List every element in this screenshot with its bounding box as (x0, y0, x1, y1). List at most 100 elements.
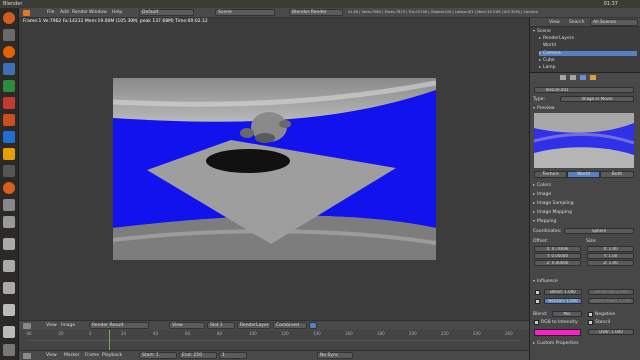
end-frame-field[interactable]: End: 250 (179, 352, 217, 359)
menu-frame[interactable]: Frame (85, 353, 99, 358)
preview-texture-tab[interactable]: Texture (534, 171, 567, 178)
blend-checkbox[interactable] (535, 290, 540, 295)
render-engine-select[interactable]: Blender Render (289, 9, 343, 16)
software-center-icon[interactable] (3, 114, 15, 126)
preview-panel-header[interactable]: Preview (533, 106, 555, 111)
blend-mode-select[interactable]: Mix (552, 311, 582, 317)
skype-icon[interactable] (3, 131, 15, 143)
stencil-checkbox[interactable] (588, 320, 593, 325)
offset-z-field[interactable]: Z: 0.00000 (534, 260, 581, 266)
coordinates-select[interactable]: Sphere (564, 228, 634, 234)
texture-tab-icon[interactable] (590, 75, 596, 80)
dvar-field[interactable]: DVar: 1.000 (588, 329, 634, 335)
menu-view[interactable]: View (46, 353, 57, 358)
scene-select[interactable]: Scene (215, 9, 275, 16)
trash-icon[interactable] (3, 344, 15, 356)
offset-label: Offset: (533, 239, 549, 244)
offset-x-field[interactable]: X: 0.74696 (534, 246, 581, 252)
custom-properties-header[interactable]: Custom Properties (533, 341, 578, 346)
outliner-item-lamp[interactable]: Lamp (539, 65, 556, 70)
slot-select[interactable]: Slot 1 (207, 322, 235, 329)
zenith-up-field[interactable]: Zenith Up: 1.000 (588, 289, 634, 295)
image-sampling-panel-header[interactable]: Image Sampling (533, 201, 574, 206)
writer-icon[interactable] (3, 63, 15, 75)
blend-factor-field[interactable]: Blend: 1.000 (544, 289, 582, 295)
tools-icon[interactable] (3, 165, 15, 177)
screen-layout-select[interactable]: Default (139, 9, 194, 16)
view-select[interactable]: View (169, 322, 205, 329)
menu-marker[interactable]: Marker (64, 353, 80, 358)
image-select[interactable]: Render Result (89, 322, 149, 329)
menu-view[interactable]: View (46, 323, 57, 328)
drive-icon[interactable] (3, 216, 15, 228)
image-editor-icon[interactable] (23, 323, 31, 329)
menu-add[interactable]: Add (60, 10, 69, 15)
drive-icon[interactable] (3, 304, 15, 316)
terminal-icon[interactable] (3, 199, 15, 211)
editor-type-icon[interactable] (23, 10, 30, 16)
timeline-tick-label: -40 (25, 331, 32, 336)
files-icon[interactable] (3, 29, 15, 41)
image-panel-header[interactable]: Image (533, 192, 551, 197)
outliner-item-camera[interactable]: Camera (539, 51, 637, 56)
colors-panel-header[interactable]: Colors (533, 183, 551, 188)
menu-search[interactable]: Search (569, 20, 584, 25)
timeline-tick-label: 140 (313, 331, 321, 336)
texture-name-field[interactable]: Texture.001 (534, 87, 634, 93)
impress-icon[interactable] (3, 97, 15, 109)
current-frame-marker[interactable] (109, 330, 110, 350)
timeline-tick-label: 180 (377, 331, 385, 336)
current-frame-field[interactable]: 1 (219, 352, 247, 359)
zenith-down-field[interactable]: Zenith Down: 1.000 (588, 298, 634, 304)
size-x-field[interactable]: X: 1.00 (587, 246, 634, 252)
outliner-item-cube[interactable]: Cube (539, 58, 555, 63)
outliner-item-renderlayers[interactable]: RenderLayers (539, 36, 574, 41)
rgb-to-intensity-checkbox[interactable] (534, 320, 539, 325)
render-result-image[interactable] (113, 78, 436, 260)
timeline-icon[interactable] (23, 353, 31, 359)
outliner-item-world[interactable]: World (543, 43, 556, 48)
menu-render[interactable]: Render (72, 10, 88, 15)
drive-icon[interactable] (3, 282, 15, 294)
preview-both-tab[interactable]: Both (600, 171, 634, 178)
horizon-field[interactable]: Horizon: 1.000 (544, 298, 582, 304)
blender-icon[interactable] (3, 182, 15, 194)
texture-type-select[interactable]: Image or Movie (560, 96, 634, 102)
outliner-item-scene[interactable]: Scene (533, 29, 551, 34)
menu-file[interactable]: File (47, 10, 55, 15)
horizon-checkbox[interactable] (535, 299, 540, 304)
mapping-panel-header[interactable]: Mapping (533, 219, 556, 224)
firefox-icon[interactable] (3, 46, 15, 58)
color-swatch[interactable] (534, 329, 581, 336)
image-mapping-panel-header[interactable]: Image Mapping (533, 210, 572, 215)
offset-y-field[interactable]: Y: 0.00000 (534, 253, 581, 259)
size-y-field[interactable]: Y: 1.00 (587, 253, 634, 259)
sync-select[interactable]: No Sync (317, 352, 353, 359)
menu-window[interactable]: Window (89, 10, 107, 15)
calc-icon[interactable] (3, 80, 15, 92)
render-tab-icon[interactable] (560, 75, 566, 80)
menu-help[interactable]: Help (112, 10, 122, 15)
influence-panel-header[interactable]: Influence (533, 279, 558, 284)
size-z-field[interactable]: Z: 1.00 (587, 260, 634, 266)
menu-view[interactable]: View (549, 20, 560, 25)
timeline-header: View Marker Frame Playback Start: 1 End:… (19, 350, 529, 360)
settings-icon[interactable] (3, 148, 15, 160)
preview-world-tab[interactable]: World (567, 171, 600, 178)
dash-icon[interactable] (3, 12, 15, 24)
start-frame-field[interactable]: Start: 1 (139, 352, 177, 359)
negative-checkbox[interactable] (588, 312, 593, 317)
timeline-tick-label: 160 (345, 331, 353, 336)
drive-icon[interactable] (3, 326, 15, 338)
display-mode-select[interactable]: All Scenes (590, 19, 638, 26)
drive-icon[interactable] (3, 238, 15, 250)
timeline[interactable]: -40 -20 0 20 40 60 80 100 120 140 160 180 200 220 240 2… (19, 330, 529, 350)
drive-icon[interactable] (3, 260, 15, 272)
scene-tab-icon[interactable] (570, 75, 576, 80)
pass-select[interactable]: Combined (273, 322, 307, 329)
menu-image[interactable]: Image (61, 323, 75, 328)
menu-playback[interactable]: Playback (102, 353, 122, 358)
layer-select[interactable]: RenderLayer (237, 322, 271, 329)
world-tab-icon[interactable] (580, 75, 586, 80)
display-channel-icon[interactable] (309, 322, 317, 329)
